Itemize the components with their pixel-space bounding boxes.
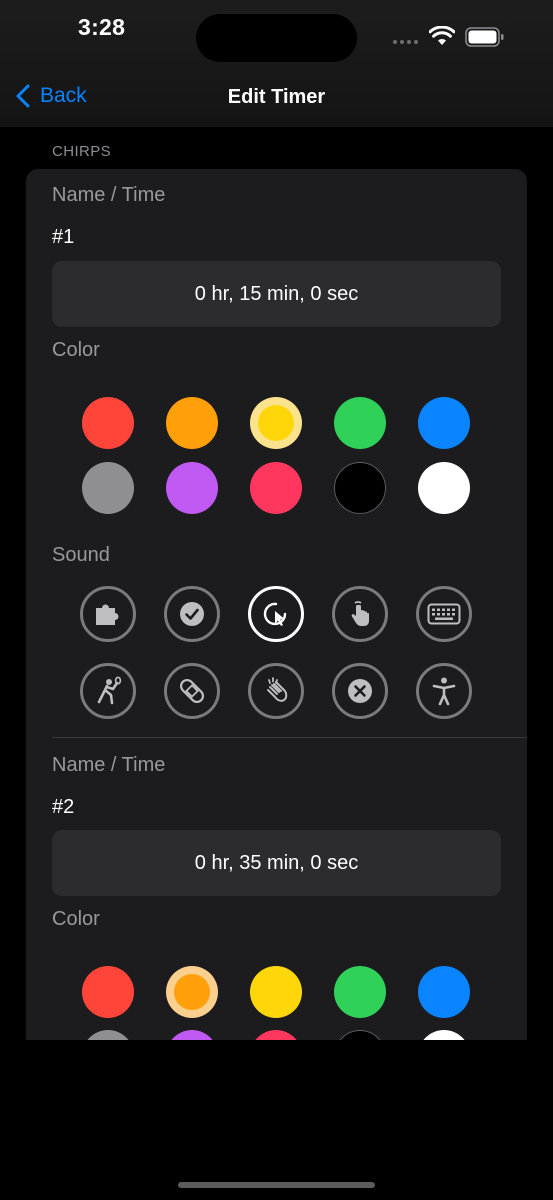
divider: [52, 737, 527, 738]
color-swatch-gray[interactable]: [82, 1030, 134, 1040]
sound-tennis-button[interactable]: [80, 663, 136, 719]
hand-tap-icon: [351, 601, 369, 626]
accessibility-icon: [432, 677, 456, 706]
sound-clapping-button[interactable]: [248, 663, 304, 719]
sound-accessibility-button[interactable]: [416, 663, 472, 719]
page-title: Edit Timer: [227, 86, 326, 108]
name-time-label: Name / Time: [52, 184, 166, 206]
color-swatch-blue[interactable]: [418, 397, 470, 449]
xmark-circle-icon: [348, 679, 372, 703]
color-swatch-yellow[interactable]: [250, 966, 302, 1018]
duration-picker[interactable]: 0 hr, 35 min, 0 sec: [52, 830, 501, 896]
battery-icon: [465, 27, 504, 47]
color-swatch-red[interactable]: [82, 397, 134, 449]
hands-clap-icon: [267, 677, 288, 702]
color-swatch-pink[interactable]: [250, 1030, 302, 1040]
timer-name-field[interactable]: #1: [52, 226, 74, 249]
section-header: CHIRPS: [52, 143, 112, 160]
name-time-label: Name / Time: [52, 754, 166, 776]
sound-label: Sound: [52, 544, 110, 566]
status-time: 3:28: [78, 14, 126, 40]
home-indicator: [178, 1182, 375, 1188]
color-swatch-black[interactable]: [334, 462, 386, 514]
color-swatch-gray[interactable]: [82, 462, 134, 514]
cellular-signal-icon: [393, 40, 418, 44]
color-swatch-green[interactable]: [334, 966, 386, 1018]
color-swatch-black[interactable]: [334, 1030, 386, 1040]
color-swatch-pink[interactable]: [250, 462, 302, 514]
color-swatch-yellow-selected[interactable]: [250, 397, 302, 449]
figure-tennis-icon: [97, 676, 122, 705]
sound-hand-tap-button[interactable]: [332, 586, 388, 642]
sound-puzzle-button[interactable]: [80, 586, 136, 642]
dynamic-island: [196, 14, 357, 62]
sound-checkmark-button[interactable]: [164, 586, 220, 642]
color-swatch-purple[interactable]: [166, 1030, 218, 1040]
wifi-icon: [429, 26, 455, 45]
color-label: Color: [52, 908, 100, 930]
timer-name-field[interactable]: #2: [52, 796, 74, 819]
sound-keyboard-button[interactable]: [416, 586, 472, 642]
sound-bandage-button[interactable]: [164, 663, 220, 719]
status-bar: 3:28: [0, 0, 553, 70]
sound-xmark-button[interactable]: [332, 663, 388, 719]
color-swatch-blue[interactable]: [418, 966, 470, 1018]
color-swatch-white[interactable]: [418, 1030, 470, 1040]
color-swatch-green[interactable]: [334, 397, 386, 449]
color-swatch-white[interactable]: [418, 462, 470, 514]
color-label: Color: [52, 339, 100, 361]
bandage-icon: [179, 678, 205, 704]
color-swatch-red[interactable]: [82, 966, 134, 1018]
cursor-click-icon: [263, 602, 287, 626]
keyboard-icon: [427, 603, 461, 625]
duration-picker[interactable]: 0 hr, 15 min, 0 sec: [52, 261, 501, 327]
color-swatch-purple[interactable]: [166, 462, 218, 514]
puzzle-icon: [96, 604, 119, 625]
color-swatch-orange-selected[interactable]: [166, 966, 218, 1018]
checkmark-circle-icon: [180, 602, 204, 626]
timers-card: Name / Time #1 0 hr, 15 min, 0 sec Color…: [26, 169, 527, 1040]
color-swatch-orange[interactable]: [166, 397, 218, 449]
sound-cursor-click-button-selected[interactable]: [248, 586, 304, 642]
